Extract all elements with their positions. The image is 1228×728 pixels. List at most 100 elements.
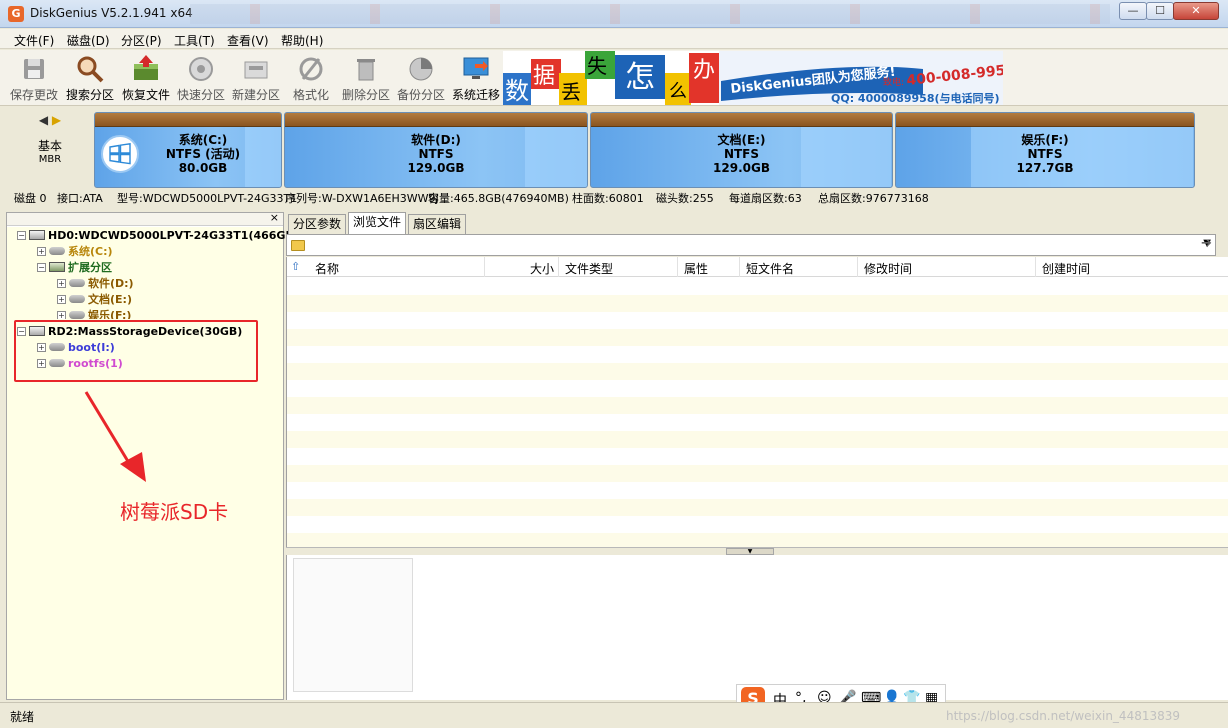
- partition-block-f[interactable]: 娱乐(F:) NTFS 127.7GB: [895, 112, 1195, 188]
- banner-phone-prefix: 致电:: [883, 76, 904, 88]
- expand-icon[interactable]: +: [57, 295, 66, 304]
- partition-icon: [69, 279, 85, 287]
- collapse-icon[interactable]: −: [17, 231, 26, 240]
- preview-thumbnail: [293, 558, 413, 692]
- expand-icon[interactable]: +: [57, 311, 66, 319]
- menu-file[interactable]: 文件(F): [14, 32, 54, 49]
- file-list: ⇧ 名称 大小 文件类型 属性 短文件名 修改时间 创建时间: [286, 257, 1228, 547]
- tab-partition-params[interactable]: 分区参数: [288, 214, 347, 234]
- search-partition-button[interactable]: 搜索分区: [62, 52, 118, 104]
- expand-icon[interactable]: +: [37, 247, 46, 256]
- save-icon: [24, 59, 44, 79]
- menu-view[interactable]: 查看(V): [227, 32, 269, 49]
- partition-icon: [69, 295, 85, 303]
- title-bar: G DiskGenius V5.2.1.941 x64 — ☐ ✕: [0, 0, 1228, 28]
- file-list-header: ⇧ 名称 大小 文件类型 属性 短文件名 修改时间 创建时间: [287, 257, 1228, 277]
- column-file-type[interactable]: 文件类型: [565, 260, 613, 277]
- preview-pane: [286, 555, 1228, 700]
- file-list-rows: [287, 278, 1228, 547]
- partition-fs: NTFS: [723, 147, 760, 161]
- close-button[interactable]: ✕: [1173, 2, 1219, 20]
- up-directory-icon[interactable]: ⇧: [291, 260, 300, 273]
- disk-map: ◀ ▶ 基本 MBR 系统(C:) NTFS (活动) 80.0GB 软件(D:…: [0, 107, 1228, 189]
- column-created-time[interactable]: 创建时间: [1042, 260, 1090, 277]
- partition-size: 127.7GB: [1016, 161, 1074, 175]
- format-button[interactable]: 格式化: [283, 52, 339, 104]
- magnifier-icon: [77, 56, 104, 83]
- disk-partition-type: MBR: [38, 154, 62, 165]
- content-tabs: 分区参数 浏览文件 扇区编辑: [286, 212, 1228, 234]
- banner-char-1: 数: [505, 77, 529, 105]
- disk-info-bar: 磁盘 0 接口:ATA 型号:WDCWD5000LPVT-24G33T1 序列号…: [0, 189, 1228, 207]
- tree-node-d[interactable]: + 软件(D:): [57, 277, 134, 291]
- save-changes-button[interactable]: 保存更改: [6, 52, 62, 104]
- banner-char-5: 怎: [625, 60, 655, 95]
- menu-partition[interactable]: 分区(P): [121, 32, 162, 49]
- recover-files-button[interactable]: 恢复文件: [118, 52, 174, 104]
- tree-node-e[interactable]: + 文档(E:): [57, 293, 132, 307]
- disk-heads: 磁头数:255: [656, 192, 714, 205]
- menu-tools[interactable]: 工具(T): [174, 32, 215, 49]
- menu-disk[interactable]: 磁盘(D): [67, 32, 110, 49]
- disk-total-sectors: 总扇区数:976773168: [818, 192, 929, 205]
- backup-icon: [409, 57, 433, 81]
- tab-sector-edit[interactable]: 扇区编辑: [408, 214, 467, 234]
- tab-browse-files[interactable]: 浏览文件: [348, 212, 407, 234]
- new-partition-button[interactable]: 新建分区: [228, 52, 284, 104]
- status-bar: 就绪 https://blog.csdn.net/weixin_44813839: [0, 702, 1228, 728]
- partition-icon: [69, 311, 85, 319]
- partition-name: 系统(C:): [178, 133, 228, 147]
- next-disk-icon[interactable]: ▶: [52, 113, 61, 127]
- column-short-name[interactable]: 短文件名: [746, 260, 794, 277]
- partition-block-d[interactable]: 软件(D:) NTFS 129.0GB: [284, 112, 588, 188]
- delete-partition-button[interactable]: 删除分区: [338, 52, 394, 104]
- partition-size: 129.0GB: [407, 161, 465, 175]
- column-name[interactable]: 名称: [315, 260, 339, 277]
- banner-char-6: 么: [669, 81, 687, 102]
- tree-node-f[interactable]: + 娱乐(F:): [57, 309, 131, 319]
- disk-serial: 序列号:W-DXW1A6EH3WW9J: [285, 192, 439, 205]
- annotation-highlight-box: [14, 320, 258, 382]
- partition-size: 129.0GB: [713, 161, 770, 175]
- extended-partition-icon: [49, 262, 65, 272]
- tree-node-extended[interactable]: − 扩展分区: [37, 261, 112, 275]
- maximize-button[interactable]: ☐: [1146, 2, 1174, 20]
- disk-number: 磁盘 0: [14, 192, 47, 205]
- partition-name: 娱乐(F:): [1021, 133, 1069, 147]
- partition-fs: NTFS (活动): [165, 147, 241, 161]
- partition-block-c[interactable]: 系统(C:) NTFS (活动) 80.0GB: [94, 112, 282, 188]
- app-icon: G: [8, 6, 24, 22]
- prev-disk-icon[interactable]: ◀: [39, 113, 48, 127]
- quick-partition-button[interactable]: 快速分区: [173, 52, 229, 104]
- close-panel-icon[interactable]: ×: [270, 211, 279, 224]
- column-size[interactable]: 大小: [530, 260, 554, 277]
- disk-interface: 接口:ATA: [57, 192, 103, 205]
- tree-panel-header: ×: [7, 211, 283, 226]
- column-modified-time[interactable]: 修改时间: [864, 260, 912, 277]
- recover-box-icon: [134, 55, 158, 80]
- backup-partition-button[interactable]: 备份分区: [393, 52, 449, 104]
- migrate-icon: [463, 57, 489, 79]
- advertisement-banner[interactable]: 数 据 丢 失 怎 么 办 DiskGenius团队为您服务! 致电: 400-…: [503, 51, 1003, 105]
- partition-size: 80.0GB: [178, 161, 228, 175]
- partition-block-e[interactable]: 文档(E:) NTFS 129.0GB: [590, 112, 893, 188]
- path-bar[interactable]: ▼: [286, 234, 1216, 256]
- splitter-handle-icon[interactable]: ▼: [726, 548, 774, 555]
- banner-char-4: 失: [587, 54, 607, 78]
- tree-node-hd0[interactable]: − HD0:WDCWD5000LPVT-24G33T1(466GB): [17, 229, 299, 243]
- format-icon: [299, 57, 323, 81]
- system-migrate-button[interactable]: 系统迁移: [448, 52, 504, 104]
- panel-splitter[interactable]: ▼: [286, 547, 1228, 555]
- watermark-text: https://blog.csdn.net/weixin_44813839: [946, 709, 1181, 723]
- tree-node-c[interactable]: + 系统(C:): [37, 245, 113, 259]
- menu-help[interactable]: 帮助(H): [281, 32, 323, 49]
- minimize-button[interactable]: —: [1119, 2, 1147, 20]
- banner-char-3: 丢: [561, 80, 581, 104]
- collapse-icon[interactable]: −: [37, 263, 46, 272]
- expand-icon[interactable]: +: [57, 279, 66, 288]
- column-attributes[interactable]: 属性: [684, 260, 708, 277]
- go-arrow-icon[interactable]: ➔: [1201, 236, 1219, 254]
- disk-side-panel: ◀ ▶ 基本 MBR: [8, 113, 92, 183]
- folder-icon: [291, 240, 305, 251]
- background-tabs-strip: [190, 4, 1110, 24]
